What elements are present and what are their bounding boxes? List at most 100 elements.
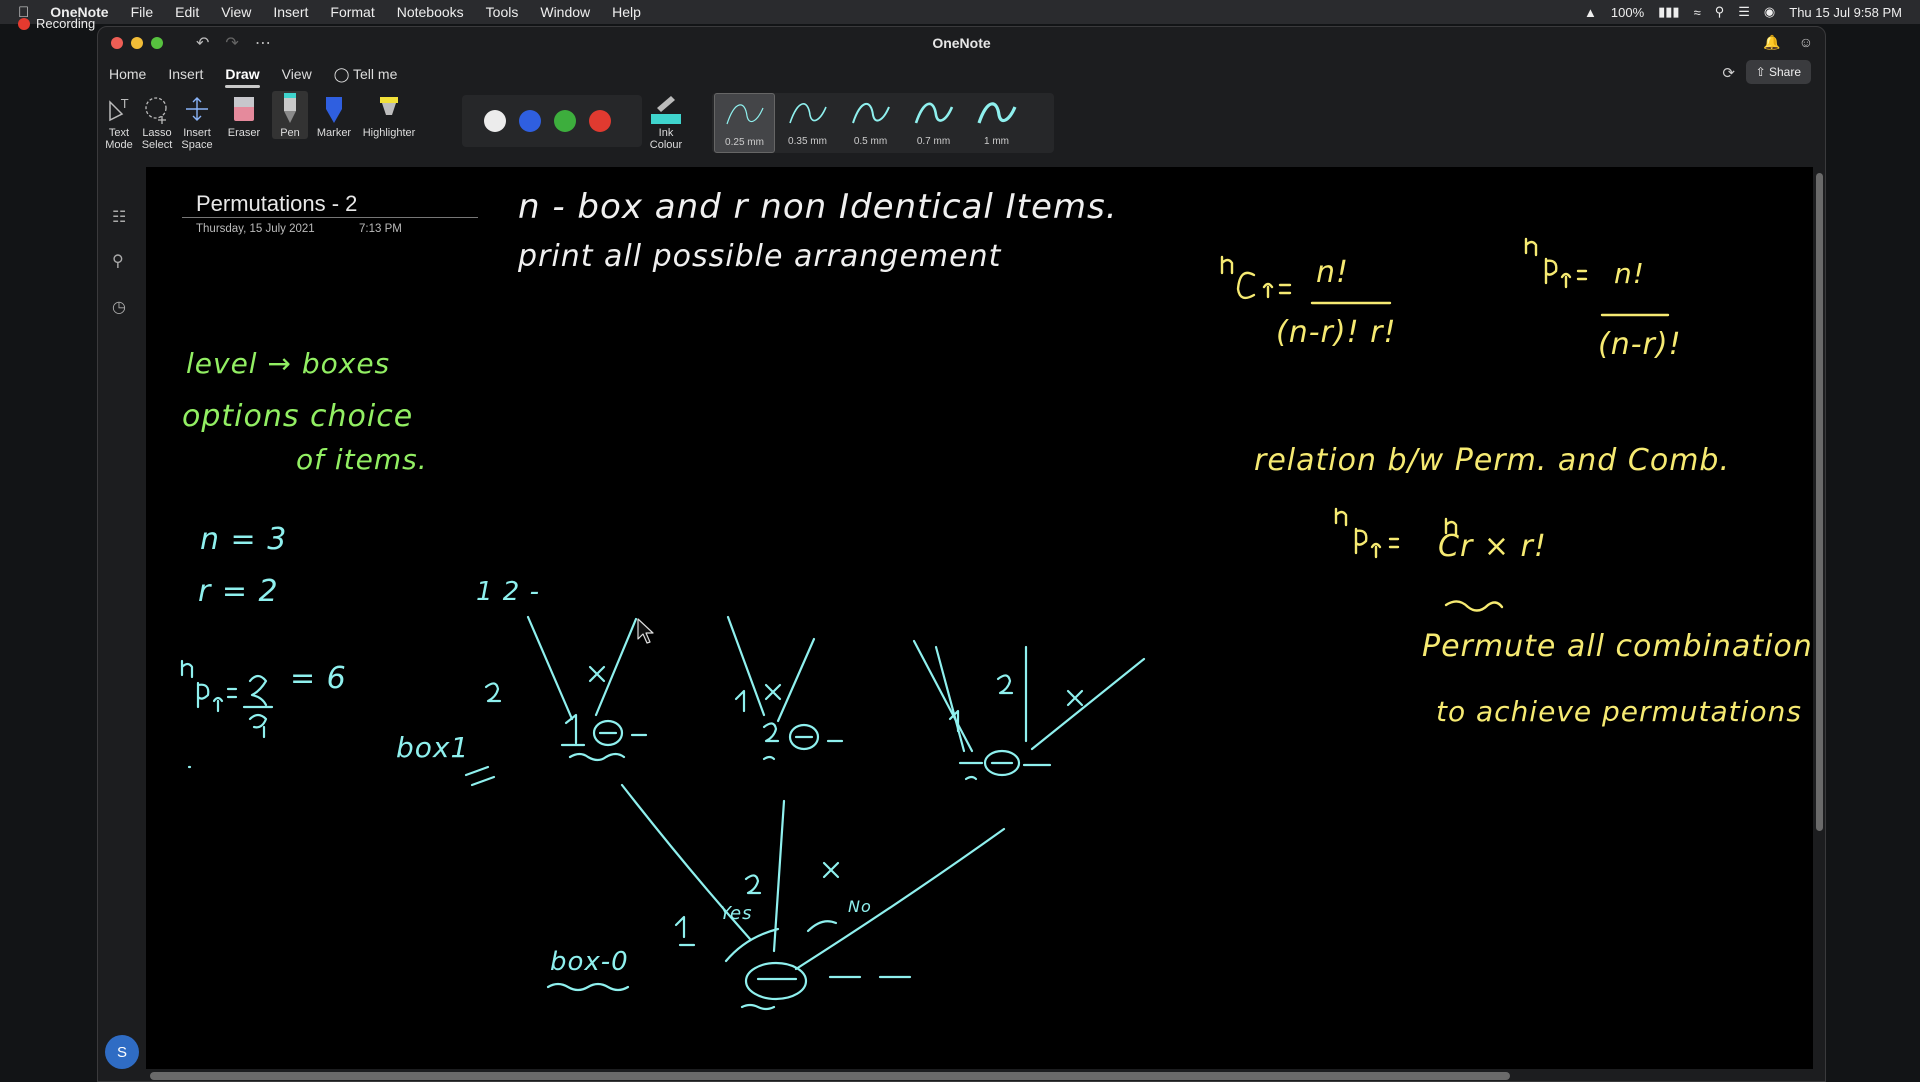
title-bar: ↶ ↷ ⋯ OneNote 🔔 ☺: [98, 27, 1825, 59]
highlighter-icon: [380, 97, 398, 115]
menu-tools[interactable]: Tools: [475, 4, 530, 20]
ink-colour-label-2: Colour: [649, 139, 683, 151]
search-icon[interactable]: ⚲: [112, 251, 124, 271]
control-center-icon[interactable]: ☰: [1738, 4, 1750, 20]
recording-label: Recording: [36, 16, 96, 31]
width-025-label: 0.25 mm: [725, 137, 764, 148]
notebooks-icon[interactable]: ☷: [112, 207, 126, 227]
insert-space-label-1: Insert: [183, 127, 211, 139]
text-mode-icon: T: [109, 97, 129, 122]
lasso-icon: [145, 97, 167, 124]
color-blue-swatch[interactable]: [519, 110, 541, 132]
width-035-label: 0.35 mm: [788, 136, 827, 147]
mouse-cursor-icon: [637, 618, 654, 644]
width-035-button[interactable]: 0.35 mm: [777, 93, 838, 153]
highlighter-label: Highlighter: [362, 127, 416, 139]
width-035-icon: [788, 103, 827, 124]
eraser-button[interactable]: Eraser: [222, 91, 266, 139]
ink-formula-strokes: [1220, 237, 1670, 612]
eraser-icon: [234, 97, 254, 121]
marker-icon: [326, 97, 342, 123]
insert-space-label-2: Space: [181, 139, 213, 151]
draw-toolbar: T Text Mode Lasso Select Insert Space Er…: [98, 89, 1825, 165]
menu-window[interactable]: Window: [529, 4, 601, 20]
notifications-bell-icon[interactable]: 🔔: [1763, 34, 1780, 51]
menu-insert[interactable]: Insert: [262, 4, 319, 20]
share-icon: ⇧: [1755, 65, 1766, 79]
ink-colour-label-1: Ink: [658, 127, 674, 139]
menu-notebooks[interactable]: Notebooks: [386, 4, 475, 20]
ribbon-tabs: Home Insert Draw View ◯ Tell me ⟳ ⇧ Shar…: [98, 59, 1825, 89]
tab-draw[interactable]: Draw: [225, 66, 260, 88]
tab-view[interactable]: View: [282, 66, 312, 82]
share-label: Share: [1768, 65, 1801, 79]
width-1-icon: [976, 102, 1016, 124]
lightbulb-icon: ◯: [333, 65, 350, 82]
svg-text:T: T: [120, 97, 129, 111]
insert-space-icon: [186, 97, 208, 121]
ink-strokes[interactable]: [146, 167, 1806, 1067]
tab-home[interactable]: Home: [109, 66, 146, 82]
menu-file[interactable]: File: [120, 4, 165, 20]
color-green-swatch[interactable]: [554, 110, 576, 132]
width-05-label: 0.5 mm: [853, 136, 888, 147]
menu-help[interactable]: Help: [601, 4, 652, 20]
title-bar-right: 🔔 ☺: [1763, 34, 1813, 51]
menu-view[interactable]: View: [210, 4, 262, 20]
menu-datetime[interactable]: Thu 15 Jul 9:58 PM: [1789, 5, 1902, 20]
onenote-window: ↶ ↷ ⋯ OneNote 🔔 ☺ Home Insert Draw View …: [97, 26, 1826, 1082]
window-title: OneNote: [932, 35, 991, 51]
avatar[interactable]: S: [105, 1035, 139, 1069]
ink-color-palette: [462, 95, 642, 147]
vertical-scrollbar[interactable]: [1816, 173, 1823, 831]
text-mode-label-1: Text: [108, 127, 130, 139]
horizontal-scrollbar[interactable]: [150, 1072, 1510, 1080]
pen-label: Pen: [280, 127, 300, 139]
battery-icon[interactable]: ▮▮▮: [1658, 4, 1679, 20]
ink-npr-formula-strokes: [180, 659, 274, 769]
lasso-select-button[interactable]: Lasso Select: [140, 91, 174, 151]
pen-width-options: 0.25 mm 0.35 mm 0.5 mm 0.7 mm 1 mm: [712, 93, 1054, 153]
recording-indicator: Recording: [18, 16, 95, 31]
ink-colour-button[interactable]: Ink Colour: [638, 91, 694, 151]
lasso-label-2: Select: [141, 139, 173, 151]
spotlight-search-icon[interactable]: ⚲: [1715, 4, 1725, 20]
share-button[interactable]: ⇧ Share: [1745, 60, 1811, 84]
navigation-sidebar: ☷ ⚲ ◷ S: [98, 167, 146, 1081]
pen-icon: [284, 93, 296, 123]
width-025-icon: [725, 104, 764, 125]
width-07-label: 0.7 mm: [916, 136, 951, 147]
sync-icon[interactable]: ⟳: [1722, 64, 1735, 82]
width-05-icon: [851, 103, 890, 124]
siri-icon[interactable]: ◉: [1764, 4, 1775, 20]
width-1-label: 1 mm: [984, 136, 1009, 147]
tell-me-search[interactable]: ◯ Tell me: [334, 66, 398, 83]
menu-bar:  OneNote File Edit View Insert Format N…: [0, 0, 1920, 24]
ink-colour-icon: [651, 96, 681, 124]
marker-label: Marker: [316, 127, 352, 139]
tell-me-label: Tell me: [353, 65, 398, 82]
pen-button[interactable]: Pen: [272, 91, 308, 139]
text-mode-button[interactable]: T Text Mode: [104, 91, 134, 151]
width-07-button[interactable]: 0.7 mm: [903, 93, 964, 153]
page-canvas[interactable]: Permutations - 2 Thursday, 15 July 2021 …: [146, 167, 1813, 1069]
marker-button[interactable]: Marker: [314, 91, 354, 139]
insert-space-button[interactable]: Insert Space: [180, 91, 214, 151]
width-05-button[interactable]: 0.5 mm: [840, 93, 901, 153]
feedback-smiley-icon[interactable]: ☺: [1799, 34, 1813, 51]
color-white-swatch[interactable]: [484, 110, 506, 132]
recording-dot-icon: [18, 17, 30, 30]
tab-insert[interactable]: Insert: [168, 66, 203, 82]
width-1-button[interactable]: 1 mm: [966, 93, 1027, 153]
text-mode-label-2: Mode: [105, 139, 133, 151]
wifi-icon[interactable]: ≈: [1694, 5, 1701, 20]
width-025-button[interactable]: 0.25 mm: [714, 93, 775, 153]
menu-format[interactable]: Format: [319, 4, 385, 20]
highlighter-button[interactable]: Highlighter: [358, 91, 420, 139]
width-07-icon: [914, 102, 953, 124]
keyboard-layout-icon[interactable]: ▲: [1584, 5, 1597, 20]
color-red-swatch[interactable]: [589, 110, 611, 132]
menu-edit[interactable]: Edit: [164, 4, 210, 20]
recent-notes-clock-icon[interactable]: ◷: [112, 297, 126, 317]
battery-percent: 100%: [1610, 4, 1645, 20]
